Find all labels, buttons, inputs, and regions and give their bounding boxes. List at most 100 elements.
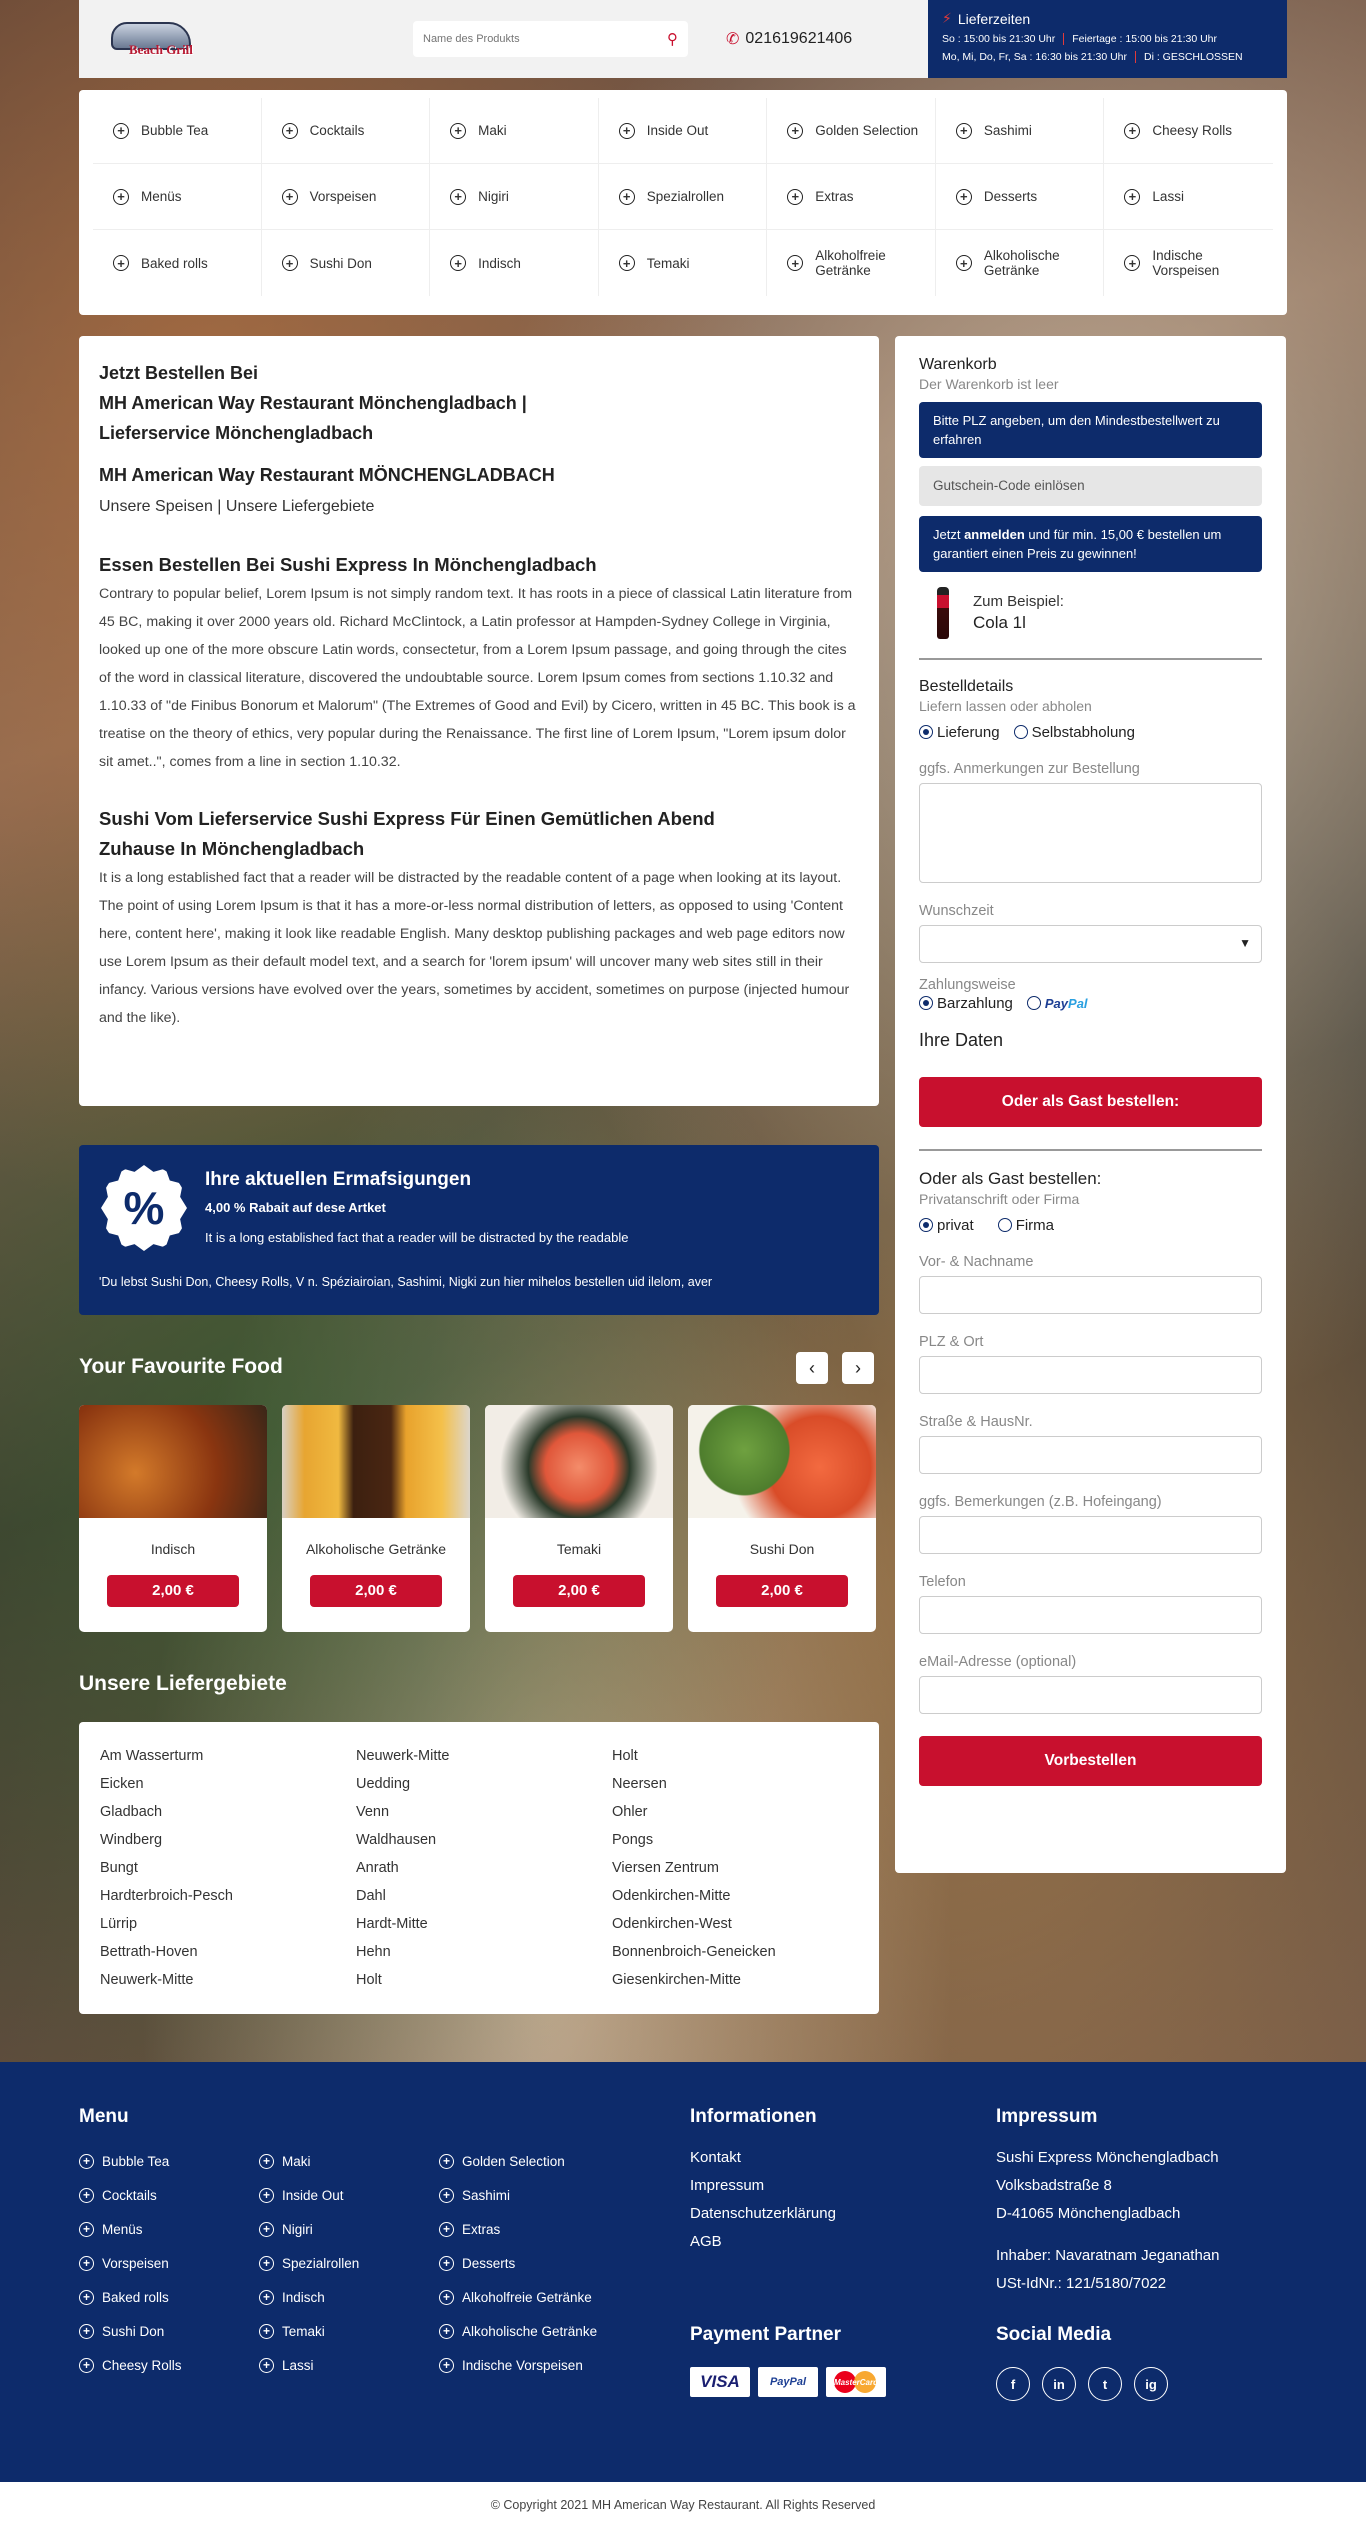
footer-menu-item[interactable]: + Sushi Don [79,2314,259,2348]
category-item[interactable]: + Cocktails [261,98,431,164]
carousel-prev-button[interactable]: ‹ [796,1352,828,1384]
category-item[interactable]: + Golden Selection [767,98,936,164]
note-field[interactable] [919,1516,1262,1554]
category-item[interactable]: + Cheesy Rolls [1104,98,1273,164]
food-card[interactable]: Alkoholische Getränke 2,00 € [282,1405,470,1632]
food-card[interactable]: Temaki 2,00 € [485,1405,673,1632]
footer-menu-item[interactable]: + Extras [439,2212,639,2246]
category-item[interactable]: + Sushi Don [262,230,431,296]
search-box: ⚲ [413,21,688,57]
plus-circle-icon: + [955,122,972,139]
category-item[interactable]: + Desserts [935,164,1105,230]
footer-menu-item[interactable]: + Indische Vorspeisen [439,2348,639,2382]
category-item[interactable]: + Maki [430,98,599,164]
footer-menu-item[interactable]: + Sashimi [439,2178,639,2212]
paypal-radio[interactable]: PayPal [1026,995,1088,1012]
company-radio[interactable]: Firma [997,1217,1054,1234]
name-field[interactable] [919,1276,1262,1314]
category-item[interactable]: + Temaki [599,230,768,296]
facebook-icon[interactable]: f [996,2367,1030,2401]
radio-icon [1026,996,1041,1010]
plus-circle-icon: + [281,122,298,139]
favourite-carousel: Indisch 2,00 € Alkoholische Getränke 2,0… [79,1405,879,1632]
footer-menu-item[interactable]: + Lassi [259,2348,439,2382]
footer-info-link[interactable]: Impressum [690,2172,836,2200]
category-item[interactable]: + Menüs [93,164,262,230]
plz-field[interactable] [919,1356,1262,1394]
footer-menu-item[interactable]: + Nigiri [259,2212,439,2246]
voucher-button[interactable]: Gutschein-Code einlösen [919,466,1262,506]
time-select[interactable] [919,925,1262,963]
plus-circle-icon: + [259,2323,274,2339]
category-item[interactable]: + Indische Vorspeisen [1104,230,1273,296]
footer-menu-item[interactable]: + Indisch [259,2280,439,2314]
logo[interactable]: Beach Grill [107,8,193,70]
food-image-beer [282,1405,470,1518]
plus-circle-icon: + [955,255,972,271]
instagram-icon[interactable]: ig [1134,2367,1168,2401]
email-field[interactable] [919,1676,1262,1714]
footer-menu-item[interactable]: + Baked rolls [79,2280,259,2314]
footer-menu-item[interactable]: + Menüs [79,2212,259,2246]
notes-textarea[interactable] [919,783,1262,883]
guest-order-button[interactable]: Oder als Gast bestellen: [919,1077,1262,1127]
area-item: Gladbach [100,1804,163,1820]
category-item[interactable]: + Alkoholische Getränke [936,230,1105,296]
food-card[interactable]: Sushi Don 2,00 € [688,1405,876,1632]
plz-info-box[interactable]: Bitte PLZ angeben, um den Mindestbestell… [919,402,1262,458]
category-item[interactable]: + Vorspeisen [261,164,431,230]
footer-info-link[interactable]: Datenschutzerklärung [690,2200,836,2228]
phone[interactable]: ✆ 021619621406 [726,29,852,49]
category-item[interactable]: + Alkoholfreie Getränke [767,230,936,296]
footer-menu-item[interactable]: + Alkoholfreie Getränke [439,2280,639,2314]
footer-menu-item[interactable]: + Cheesy Rolls [79,2348,259,2382]
footer-menu-item[interactable]: + Bubble Tea [79,2144,259,2178]
footer-menu-item[interactable]: + Spezialrollen [259,2246,439,2280]
footer-menu-label: Sashimi [462,2187,511,2203]
category-item[interactable]: + Lassi [1104,164,1273,230]
footer-menu-item[interactable]: + Desserts [439,2246,639,2280]
category-item[interactable]: + Baked rolls [93,230,262,296]
category-label: Menüs [141,189,182,204]
food-card[interactable]: Indisch 2,00 € [79,1405,267,1632]
category-item[interactable]: + Inside Out [598,98,768,164]
footer-menu-item[interactable]: + Maki [259,2144,439,2178]
category-item[interactable]: + Extras [767,164,936,230]
private-radio[interactable]: privat [919,1217,974,1234]
footer-menu-item[interactable]: + Alkoholische Getränke [439,2314,639,2348]
category-item[interactable]: + Sashimi [935,98,1105,164]
plus-circle-icon: + [787,188,804,205]
content-links[interactable]: Unsere Speisen | Unsere Liefergebiete [99,498,859,516]
footer-info-link[interactable]: Kontakt [690,2144,836,2172]
price-button[interactable]: 2,00 € [310,1575,442,1607]
area-item: Am Wasserturm [100,1748,204,1764]
price-button[interactable]: 2,00 € [716,1575,848,1607]
search-icon[interactable]: ⚲ [667,30,678,48]
footer-menu-item[interactable]: + Golden Selection [439,2144,639,2178]
category-item[interactable]: + Spezialrollen [598,164,768,230]
footer-imprint: Sushi Express Mönchengladbach Volksbadstr… [996,2144,1219,2298]
login-link[interactable]: anmelden [964,527,1025,542]
cash-radio[interactable]: Barzahlung [919,995,1013,1012]
category-item[interactable]: + Indisch [430,230,599,296]
linkedin-icon[interactable]: in [1042,2367,1076,2401]
delivery-radio[interactable]: Lieferung [919,724,1000,741]
street-field[interactable] [919,1436,1262,1474]
plus-circle-icon: + [1124,188,1141,205]
price-button[interactable]: 2,00 € [513,1575,645,1607]
footer-menu-item[interactable]: + Cocktails [79,2178,259,2212]
footer-menu-item[interactable]: + Inside Out [259,2178,439,2212]
category-item[interactable]: + Bubble Tea [93,98,262,164]
category-item[interactable]: + Nigiri [430,164,599,230]
phone-field[interactable] [919,1596,1262,1634]
category-label: Cocktails [309,123,365,138]
twitter-icon[interactable]: t [1088,2367,1122,2401]
preorder-button[interactable]: Vorbestellen [919,1736,1262,1786]
footer-menu-item[interactable]: + Vorspeisen [79,2246,259,2280]
carousel-next-button[interactable]: › [842,1352,874,1384]
pickup-radio[interactable]: Selbstabholung [1013,724,1135,741]
price-button[interactable]: 2,00 € [107,1575,239,1607]
search-input[interactable] [423,33,667,45]
footer-info-link[interactable]: AGB [690,2228,836,2256]
footer-menu-item[interactable]: + Temaki [259,2314,439,2348]
